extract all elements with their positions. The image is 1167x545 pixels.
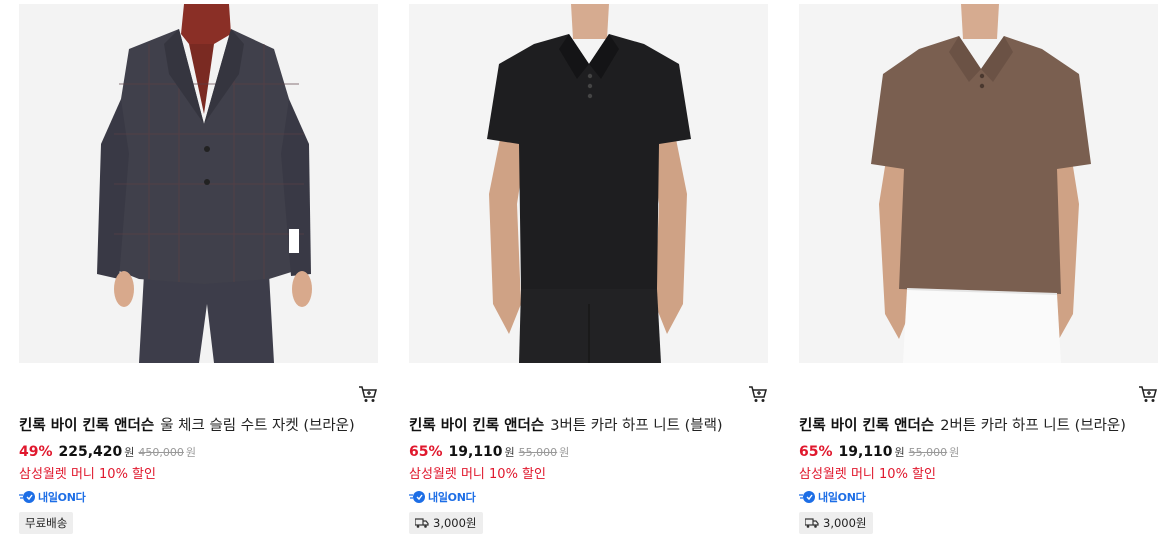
fast-delivery-badge: 내일ON다 bbox=[409, 488, 476, 506]
product-card[interactable]: 킨록 바이 킨록 앤더슨 2버튼 카라 하프 니트 (브라운) 65% 19,110… bbox=[799, 4, 1160, 545]
shipping-badge: 무료배송 bbox=[19, 512, 74, 534]
product-card[interactable]: 킨록 바이 킨록 앤더슨 울 체크 슬림 수트 자켓 (브라운) 49% 225,4… bbox=[19, 4, 380, 545]
currency-unit: 원 bbox=[504, 446, 515, 459]
shipping-label: 3,000원 bbox=[823, 516, 867, 530]
shipping-badge: 3,000원 bbox=[409, 512, 483, 534]
currency-unit: 원 bbox=[894, 446, 905, 459]
product-grid: 킨록 바이 킨록 앤더슨 울 체크 슬림 수트 자켓 (브라운) 49% 225,4… bbox=[0, 0, 1167, 545]
product-title[interactable]: 킨록 바이 킨록 앤더슨 2버튼 카라 하프 니트 (브라운) bbox=[799, 416, 1126, 436]
product-image[interactable] bbox=[19, 4, 378, 363]
price-row: 65% 19,110 원 55,000 원 bbox=[799, 442, 959, 462]
discount-rate: 65% bbox=[799, 444, 833, 460]
product-name: 2버튼 카라 하프 니트 (브라운) bbox=[940, 418, 1126, 434]
original-price: 450,000 bbox=[138, 446, 184, 459]
original-price: 55,000 bbox=[908, 446, 948, 459]
shipping-label: 무료배송 bbox=[25, 516, 68, 530]
product-image[interactable] bbox=[409, 4, 768, 363]
original-currency-unit: 원 bbox=[185, 446, 197, 459]
product-photo-black-knit bbox=[409, 4, 768, 363]
promo-text: 삼성월렛 머니 10% 할인 bbox=[19, 467, 156, 482]
fast-delivery-icon bbox=[19, 491, 35, 503]
discount-rate: 49% bbox=[19, 444, 53, 460]
truck-icon bbox=[805, 518, 819, 528]
brand-name: 킨록 바이 킨록 앤더슨 bbox=[19, 418, 155, 434]
fast-delivery-icon bbox=[409, 491, 425, 503]
fast-delivery-label: 내일ON다 bbox=[818, 491, 866, 504]
fast-delivery-badge: 내일ON다 bbox=[19, 488, 86, 506]
brand-name: 킨록 바이 킨록 앤더슨 bbox=[409, 418, 545, 434]
add-to-cart-icon[interactable] bbox=[748, 385, 768, 403]
shipping-badge: 3,000원 bbox=[799, 512, 873, 534]
sale-price: 19,110 bbox=[448, 444, 503, 460]
product-name: 울 체크 슬림 수트 자켓 (브라운) bbox=[160, 418, 355, 434]
add-to-cart-icon[interactable] bbox=[358, 385, 378, 403]
currency-unit: 원 bbox=[124, 446, 135, 459]
truck-icon bbox=[415, 518, 429, 528]
fast-delivery-badge: 내일ON다 bbox=[799, 488, 866, 506]
shipping-label: 3,000원 bbox=[433, 516, 477, 530]
product-title[interactable]: 킨록 바이 킨록 앤더슨 울 체크 슬림 수트 자켓 (브라운) bbox=[19, 416, 355, 436]
fast-delivery-label: 내일ON다 bbox=[428, 491, 476, 504]
product-image[interactable] bbox=[799, 4, 1158, 363]
product-card[interactable]: 킨록 바이 킨록 앤더슨 3버튼 카라 하프 니트 (블랙) 65% 19,110 원… bbox=[409, 4, 770, 545]
price-row: 65% 19,110 원 55,000 원 bbox=[409, 442, 569, 462]
add-to-cart-icon[interactable] bbox=[1138, 385, 1158, 403]
product-name: 3버튼 카라 하프 니트 (블랙) bbox=[550, 418, 723, 434]
price-row: 49% 225,420 원 450,000 원 bbox=[19, 442, 196, 462]
brand-name: 킨록 바이 킨록 앤더슨 bbox=[799, 418, 935, 434]
product-photo-brown-knit bbox=[799, 4, 1158, 363]
product-title[interactable]: 킨록 바이 킨록 앤더슨 3버튼 카라 하프 니트 (블랙) bbox=[409, 416, 723, 436]
discount-rate: 65% bbox=[409, 444, 443, 460]
original-price: 55,000 bbox=[518, 446, 558, 459]
sale-price: 225,420 bbox=[58, 444, 123, 460]
promo-text: 삼성월렛 머니 10% 할인 bbox=[409, 467, 546, 482]
fast-delivery-icon bbox=[799, 491, 815, 503]
promo-text: 삼성월렛 머니 10% 할인 bbox=[799, 467, 936, 482]
product-photo-suit-jacket bbox=[19, 4, 378, 363]
original-currency-unit: 원 bbox=[559, 446, 570, 459]
original-currency-unit: 원 bbox=[949, 446, 960, 459]
fast-delivery-label: 내일ON다 bbox=[38, 491, 86, 504]
sale-price: 19,110 bbox=[838, 444, 893, 460]
